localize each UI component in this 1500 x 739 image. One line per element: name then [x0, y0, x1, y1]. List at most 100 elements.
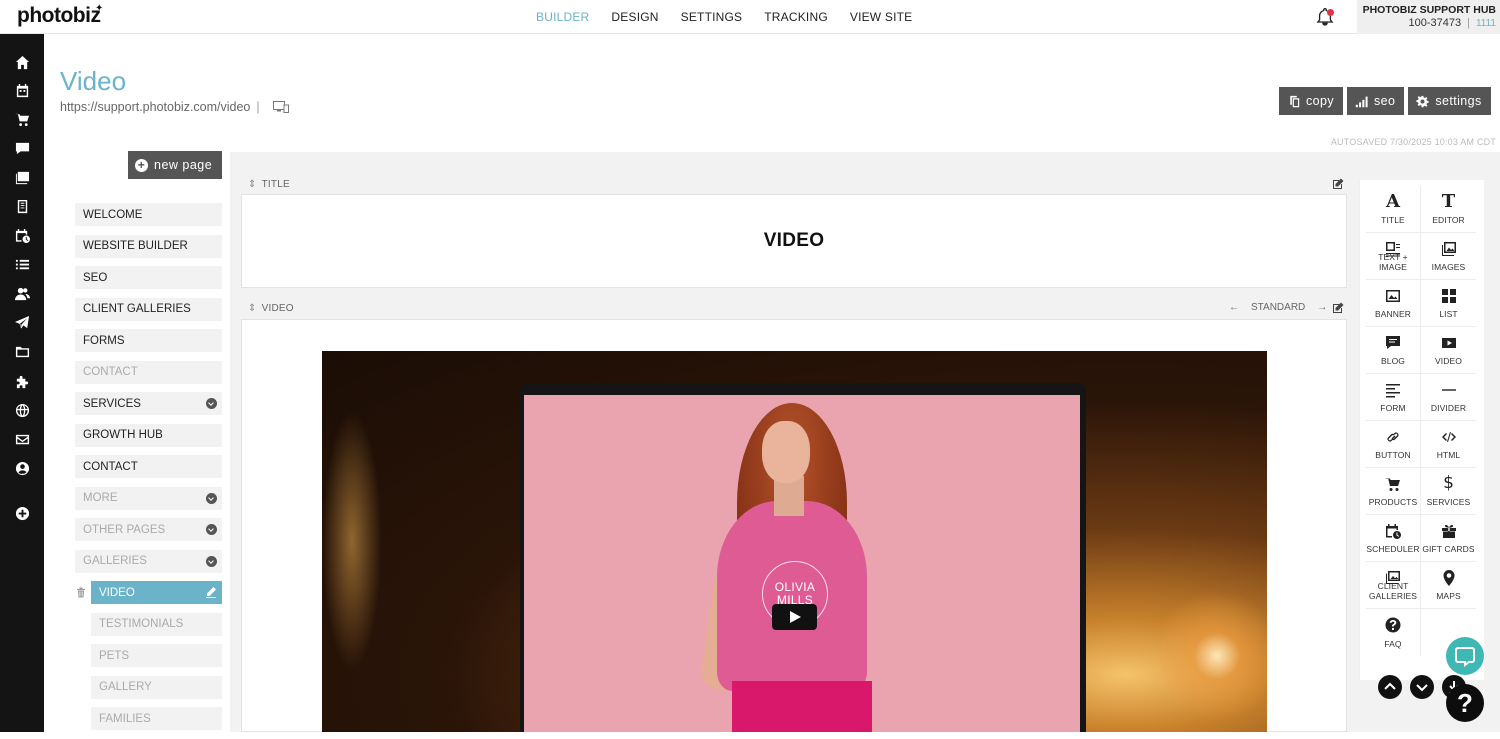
widget-client-galleries[interactable]: CLIENT GALLERIES — [1366, 562, 1421, 609]
folder-icon[interactable] — [13, 342, 31, 360]
widget-services[interactable]: $ SERVICES — [1421, 468, 1476, 515]
chevron-down-icon[interactable] — [206, 492, 217, 504]
arrow-left-icon[interactable]: ← — [1229, 302, 1239, 313]
puzzle-icon[interactable] — [13, 372, 31, 390]
layout-switcher: ← STANDARD → — [1229, 302, 1327, 313]
widget-maps[interactable]: MAPS — [1421, 562, 1476, 609]
chevron-down-icon — [1416, 684, 1428, 692]
edit-icon[interactable] — [1332, 302, 1344, 314]
globe-icon[interactable] — [13, 401, 31, 419]
home-icon[interactable] — [13, 53, 31, 71]
scroll-down-button[interactable] — [1410, 675, 1434, 699]
widget-editor[interactable]: T EDITOR — [1421, 186, 1476, 233]
images-icon — [1441, 242, 1456, 256]
widget-images[interactable]: IMAGES — [1421, 233, 1476, 280]
widget-divider[interactable]: DIVIDER — [1421, 374, 1476, 421]
page-item-testimonials[interactable]: TESTIMONIALS — [91, 612, 222, 636]
contacts-icon[interactable] — [13, 284, 31, 302]
chevron-down-icon[interactable] — [206, 555, 217, 567]
seo-button[interactable]: seo — [1347, 87, 1405, 115]
page-item-welcome[interactable]: WELCOME — [75, 203, 222, 226]
page-item-growth-hub[interactable]: GROWTH HUB — [75, 423, 222, 447]
page-item-contact[interactable]: CONTACT — [75, 455, 222, 478]
page-item-client-galleries[interactable]: CLIENT GALLERIES — [75, 297, 222, 321]
page-item-seo[interactable]: SEO — [75, 266, 222, 289]
new-page-button[interactable]: + new page — [128, 151, 222, 179]
page-url-link[interactable]: https://support.photobiz.com/video — [60, 100, 250, 114]
scheduler-icon[interactable] — [13, 226, 31, 244]
cart-icon[interactable] — [13, 110, 31, 128]
left-icon-rail — [0, 34, 44, 732]
widget-label: BANNER — [1374, 309, 1412, 319]
chevron-down-icon[interactable] — [206, 398, 217, 409]
page-item-services[interactable]: SERVICES — [75, 392, 222, 415]
page-item-galleries[interactable]: GALLERIES — [75, 549, 222, 573]
chevron-down-icon[interactable] — [206, 524, 217, 535]
page-item-website-builder[interactable]: WEBSITE BUILDER — [75, 234, 222, 258]
scroll-up-button[interactable] — [1378, 675, 1402, 699]
widget-button[interactable]: BUTTON — [1366, 421, 1421, 468]
widget-products[interactable]: PRODUCTS — [1366, 468, 1421, 515]
sparkle-icon: ✦ — [95, 3, 103, 14]
title-section[interactable]: VIDEO — [241, 194, 1347, 288]
brand-logo[interactable]: photobiz ✦ — [17, 3, 103, 28]
page-item-pets[interactable]: PETS — [91, 644, 222, 667]
mail-icon[interactable] — [13, 430, 31, 448]
nav-settings[interactable]: SETTINGS — [681, 10, 743, 24]
widget-scheduler[interactable]: SCHEDULER — [1366, 515, 1421, 562]
calendar-icon[interactable] — [13, 81, 31, 99]
nav-builder[interactable]: BUILDER — [536, 10, 589, 24]
widget-list[interactable]: LIST — [1421, 280, 1476, 327]
gallery-icon[interactable] — [13, 168, 31, 186]
nav-tracking[interactable]: TRACKING — [764, 10, 828, 24]
drag-handle-icon[interactable]: ⇕ — [248, 179, 257, 190]
drag-handle-icon[interactable]: ⇕ — [248, 303, 257, 314]
page-item-families[interactable]: FAMILIES — [91, 707, 222, 730]
gift-icon — [1441, 524, 1456, 538]
page-item-video[interactable]: VIDEO — [91, 581, 222, 604]
widget-title[interactable]: A TITLE — [1366, 186, 1421, 233]
play-button[interactable] — [772, 604, 817, 630]
page-item-forms[interactable]: FORMS — [75, 329, 222, 352]
settings-button[interactable]: settings — [1408, 87, 1491, 115]
widget-label: BLOG — [1380, 356, 1406, 366]
devices-icon[interactable] — [273, 101, 289, 113]
pencil-icon[interactable] — [205, 586, 217, 598]
chat-icon[interactable] — [13, 139, 31, 157]
video-player[interactable]: OLIVIA MILLS — [322, 351, 1267, 732]
widget-text-image[interactable]: TEXT + IMAGE — [1366, 233, 1421, 280]
header-buttons: copy seo settings — [1279, 87, 1491, 115]
edit-icon[interactable] — [1332, 178, 1344, 190]
chat-launcher[interactable] — [1446, 637, 1484, 675]
trash-icon[interactable] — [76, 587, 86, 598]
account-number: 100-37473 — [1408, 17, 1462, 29]
page-item-gallery[interactable]: GALLERY — [91, 675, 222, 699]
scheduler-icon — [1386, 524, 1401, 539]
page-item-label: PETS — [99, 649, 130, 662]
widget-banner[interactable]: BANNER — [1366, 280, 1421, 327]
account-box[interactable]: PHOTOBIZ SUPPORT HUB 100-37473 | 1111 — [1357, 0, 1500, 34]
widget-form[interactable]: FORM — [1366, 374, 1421, 421]
document-icon[interactable] — [13, 197, 31, 215]
widget-video[interactable]: VIDEO — [1421, 327, 1476, 374]
copy-button[interactable]: copy — [1279, 87, 1344, 115]
send-icon[interactable] — [13, 313, 31, 331]
page-item-more[interactable]: MORE — [75, 486, 222, 510]
list-icon[interactable] — [13, 255, 31, 273]
widget-gift-cards[interactable]: GIFT CARDS — [1421, 515, 1476, 562]
nav-design[interactable]: DESIGN — [611, 10, 658, 24]
video-section-label-text: VIDEO — [261, 303, 294, 314]
widget-faq[interactable]: FAQ — [1366, 609, 1421, 656]
widget-blog[interactable]: BLOG — [1366, 327, 1421, 374]
client-galleries-icon — [1386, 571, 1400, 584]
arrow-right-icon[interactable]: → — [1317, 302, 1327, 313]
nav-view-site[interactable]: VIEW SITE — [850, 10, 912, 24]
help-button[interactable]: ? — [1446, 684, 1484, 722]
page-item-label: MORE — [83, 492, 118, 504]
user-icon[interactable] — [13, 459, 31, 477]
page-item-other-pages[interactable]: OTHER PAGES — [75, 518, 222, 541]
widget-html[interactable]: HTML — [1421, 421, 1476, 468]
blog-icon — [1386, 336, 1400, 349]
add-icon[interactable] — [13, 504, 31, 522]
page-item-contact-hidden[interactable]: CONTACT — [75, 360, 222, 384]
